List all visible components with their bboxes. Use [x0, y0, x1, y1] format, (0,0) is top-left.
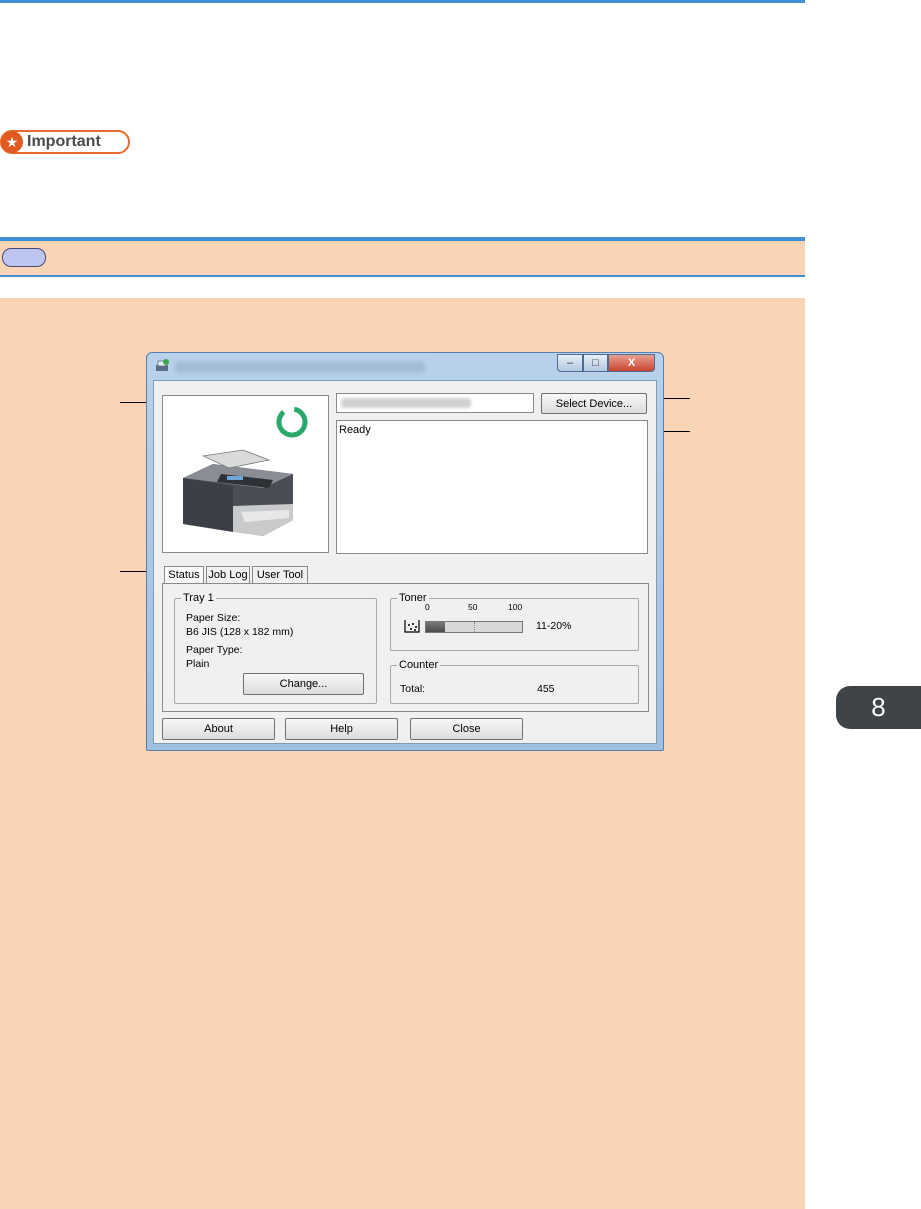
tray-legend: Tray 1 — [181, 592, 216, 604]
status-tab-panel: Tray 1 Paper Size: B6 JIS (128 x 182 mm)… — [162, 583, 649, 712]
ready-status-icon — [276, 406, 308, 438]
minimize-button[interactable]: – — [557, 354, 583, 372]
printer-status-icon — [156, 359, 169, 371]
status-message-area: Ready — [336, 420, 648, 554]
toner-scale-0: 0 — [425, 602, 430, 612]
star-icon: ★ — [1, 131, 23, 153]
top-rule — [0, 0, 805, 3]
select-device-button[interactable]: Select Device... — [541, 393, 647, 414]
toner-legend: Toner — [397, 592, 429, 604]
toner-scale-50: 50 — [468, 602, 478, 612]
tab-user-tool[interactable]: User Tool — [252, 566, 308, 584]
counter-legend: Counter — [397, 659, 441, 671]
toner-group: Toner 0 50 100 11-20% — [390, 592, 639, 651]
tray-group: Tray 1 Paper Size: B6 JIS (128 x 182 mm)… — [174, 592, 377, 704]
note-pill-icon — [2, 248, 46, 267]
printer-image-box — [162, 395, 329, 553]
status-monitor-window: – □ X Select Device... Ready Status Job … — [146, 352, 664, 751]
paper-size-label: Paper Size: — [186, 612, 241, 624]
important-badge: ★ Important — [0, 130, 130, 154]
note-bar — [0, 237, 805, 277]
printer-illustration — [183, 449, 293, 536]
client-area: Select Device... Ready Status Job Log Us… — [153, 380, 657, 744]
total-value: 455 — [537, 683, 555, 695]
status-message-text: Ready — [339, 424, 371, 436]
chapter-tab: 8 — [836, 686, 921, 729]
maximize-button[interactable]: □ — [583, 354, 608, 372]
important-label: Important — [27, 133, 101, 150]
help-button[interactable]: Help — [285, 718, 398, 740]
total-label: Total: — [400, 683, 426, 695]
paper-type-label: Paper Type: — [186, 644, 243, 656]
device-name-blurred — [341, 398, 471, 408]
toner-level-bar — [425, 621, 523, 633]
close-window-button[interactable]: X — [608, 354, 655, 372]
counter-group: Counter Total: 455 — [390, 659, 639, 704]
toner-mid-marker — [474, 622, 475, 632]
about-button[interactable]: About — [162, 718, 275, 740]
change-button[interactable]: Change... — [243, 673, 364, 695]
title-bar: – □ X — [147, 353, 663, 381]
paper-size-value: B6 JIS (128 x 182 mm) — [186, 626, 294, 638]
toner-icon — [404, 620, 420, 633]
toner-level-text: 11-20% — [536, 620, 572, 632]
device-name-field — [336, 393, 534, 413]
toner-level-fill — [426, 622, 446, 632]
tab-job-log[interactable]: Job Log — [206, 566, 250, 584]
toner-scale-100: 100 — [508, 602, 523, 612]
close-button[interactable]: Close — [410, 718, 523, 740]
window-title-blurred — [175, 361, 425, 373]
paper-type-value: Plain — [186, 658, 210, 670]
